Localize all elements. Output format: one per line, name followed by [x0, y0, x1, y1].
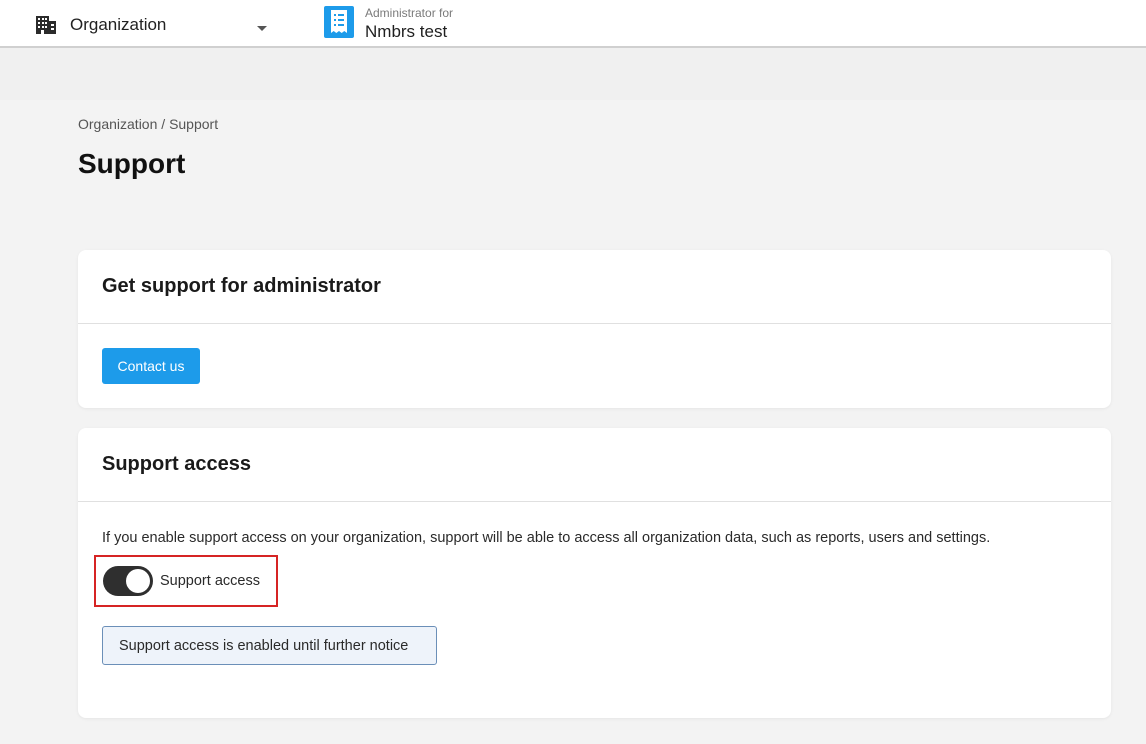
administrator-caption: Administrator for	[365, 6, 454, 20]
card-header: Support access	[78, 428, 1111, 502]
card-header: Get support for administrator	[78, 250, 1111, 324]
caret-down-icon	[256, 20, 268, 31]
top-bar: Organization Administrator for Nmbrs tes…	[0, 0, 1146, 48]
support-access-description: If you enable support access on your org…	[102, 530, 991, 546]
support-access-toggle-label: Support access	[160, 573, 260, 589]
administrator-context: Administrator for Nmbrs test	[324, 6, 453, 43]
organization-label: Organization	[70, 15, 167, 34]
support-access-card: Support access If you enable support acc…	[78, 428, 1111, 718]
toggle-knob	[126, 569, 150, 593]
contact-us-button[interactable]: Contact us	[102, 348, 200, 384]
administrator-text: Administrator for Nmbrs test	[365, 6, 453, 43]
breadcrumb-item-organization[interactable]: Organization	[78, 116, 157, 132]
breadcrumb-separator: /	[161, 116, 170, 132]
support-access-toggle-row: Support access	[94, 555, 278, 607]
card-title: Support access	[102, 453, 251, 475]
organization-selector[interactable]: Organization	[34, 10, 274, 40]
support-access-toggle[interactable]	[103, 566, 153, 596]
building-icon	[34, 14, 58, 36]
administrator-name: Nmbrs test	[365, 22, 448, 41]
admin-support-card: Get support for administrator Contact us	[78, 250, 1111, 408]
breadcrumb-item-support: Support	[169, 116, 219, 132]
header-band	[0, 48, 1146, 100]
breadcrumb: Organization / Support	[78, 116, 218, 132]
card-title: Get support for administrator	[102, 275, 381, 297]
receipt-icon	[324, 6, 354, 38]
page-title: Support	[78, 148, 186, 179]
support-access-status-notice: Support access is enabled until further …	[102, 626, 437, 665]
